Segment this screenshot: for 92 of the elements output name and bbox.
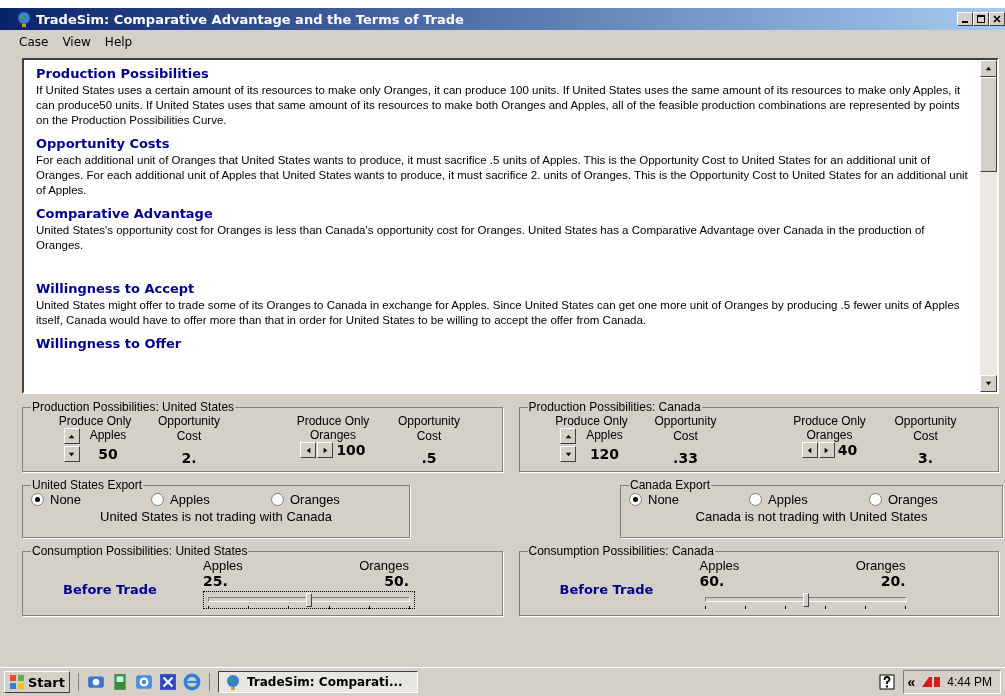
column-label: Oranges [359,558,409,573]
spin-right-button[interactable] [317,442,334,458]
graphics-tray-icon[interactable] [921,675,942,689]
cost-value: .33 [673,450,698,466]
apples-value: 60. [699,573,725,589]
minimize-button[interactable] [957,12,973,26]
section-text: United States might offer to trade some of its Oranges to Canada in exchange for Apples. Since United States can get one more unit of Oranges by producing .5 fewer units of Apples itself, Canada would have to offer more than that in order for United States to be willing to accept the offer from Canada. [36,298,961,328]
spin-left-button[interactable] [801,442,818,458]
scroll-thumb[interactable] [980,77,997,172]
group-title: United States Export [31,478,144,492]
column-label: Oranges [310,428,356,442]
section-text: United States's opportunity cost for Oranges is less than Canada's opportunity cost for Oranges. United States has a Comparative Advantage over Canada in the production of Oranges. [36,223,926,253]
spin-left-button[interactable] [300,442,317,458]
column-label: Opportunity Cost [396,414,461,444]
radio-option[interactable]: Oranges [271,492,391,507]
start-button[interactable]: Start [4,671,70,693]
column-label: Produce Only [793,414,866,428]
menu-item[interactable]: Case [12,35,56,49]
column-label: Opportunity Cost [653,414,718,444]
column-label: Opportunity Cost [893,414,958,444]
browser-icon[interactable] [183,673,201,691]
windows-logo-icon [9,674,25,690]
close-icon [992,14,1002,24]
minimize-icon [962,21,968,23]
spin-down-button[interactable] [63,446,80,462]
clock: 4:44 PM [947,675,992,689]
spin-right-button[interactable] [818,442,835,458]
oranges-value: 50. [384,573,409,589]
menu-item[interactable]: Help [97,35,140,49]
globe-icon [16,11,32,27]
scrollbar[interactable] [980,60,997,392]
maximize-button[interactable] [973,12,989,26]
radio-option[interactable]: Apples [151,492,271,507]
scroll-down-button[interactable] [980,375,997,392]
apples-value: 120 [589,446,620,462]
taskbar-button[interactable]: TradeSim: Comparati... [218,671,418,693]
spin-up-button[interactable] [560,428,577,444]
before-trade-label: Before Trade [63,582,158,597]
cost-value: 2. [181,450,197,466]
section-heading: Production Possibilities [36,66,210,81]
column-label: Opportunity Cost [156,414,221,444]
group-title: Production Possibilities: United States [31,400,236,414]
section-heading: Comparative Advantage [36,206,214,221]
column-label: Apples [203,558,243,573]
up-arrow-icon [984,64,993,73]
before-trade-label: Before Trade [559,582,655,597]
section-text: If United States uses a certain amount of its resources to make only Oranges, it can produce 100 units. If United States uses the same amount of its resources to make only Apples, it can produce50 units. If United States uses that same amount of its resources to make both Oranges and Apples, all of the feasible production combinations are represented by points on the Production Possibilities Curve. [36,83,962,128]
trade-status: United States is not trading with Canada [99,509,333,524]
quick-launch-icon[interactable] [87,673,105,691]
spin-up-button[interactable] [63,428,80,444]
radio-option[interactable]: Oranges [869,492,989,507]
section-text: For each additional unit of Oranges that United States wants to produce, it must sacrifice .5 units of Apples. This is the Opportunity Cost to United States for an additional unit of Oranges. For each additional unit of Apples that United States wants to produce, it must sacrifice 2. units of Oranges. This is the Opportunity Cost to United States for an additional unit of Apples. [36,153,968,198]
apples-value: 25. [203,573,228,589]
apples-value: 50 [98,446,118,462]
cost-value: .5 [421,450,437,466]
column-label: Oranges [806,428,853,442]
globe-icon [225,674,241,690]
section-heading: Willingness to Accept [36,281,196,296]
radio-option[interactable]: Apples [749,492,869,507]
section-heading: Willingness to Offer [36,336,183,351]
trade-slider[interactable] [203,591,415,609]
help-icon[interactable] [878,674,895,690]
column-label: Produce Only [296,414,370,428]
menu-item[interactable]: View [55,35,98,49]
quick-launch-icon[interactable] [111,673,129,691]
oranges-value: 100 [336,442,366,458]
radio-option[interactable]: None [31,492,151,507]
window-title: TradeSim: Comparative Advantage and the Terms of Trade [36,11,465,27]
oranges-value: 40 [837,442,858,458]
trade-status: Canada is not trading with United States [694,509,929,524]
column-label: Apples [586,428,623,442]
quick-launch-icon[interactable] [159,673,177,691]
group-title: Canada Export [629,478,712,492]
column-label: Apples [89,428,127,442]
spin-down-button[interactable] [560,446,577,462]
cost-value: 3. [917,450,934,466]
maximize-icon [976,14,986,24]
group-title: Consumption Possibilities: United States [31,544,249,558]
show-hidden-icons-button[interactable]: « [907,674,916,690]
group-title: Consumption Possibilities: Canada [527,544,715,558]
down-arrow-icon [984,379,993,388]
column-label: Produce Only [58,414,132,428]
column-label: Apples [699,558,740,573]
radio-option[interactable]: None [629,492,749,507]
quick-launch-icon[interactable] [135,673,153,691]
scroll-up-button[interactable] [980,60,997,77]
column-label: Produce Only [555,414,628,428]
oranges-value: 20. [880,573,906,589]
close-button[interactable] [989,12,1005,26]
column-label: Oranges [855,558,906,573]
section-heading: Opportunity Costs [36,136,171,151]
group-title: Production Possibilities: Canada [527,400,702,414]
